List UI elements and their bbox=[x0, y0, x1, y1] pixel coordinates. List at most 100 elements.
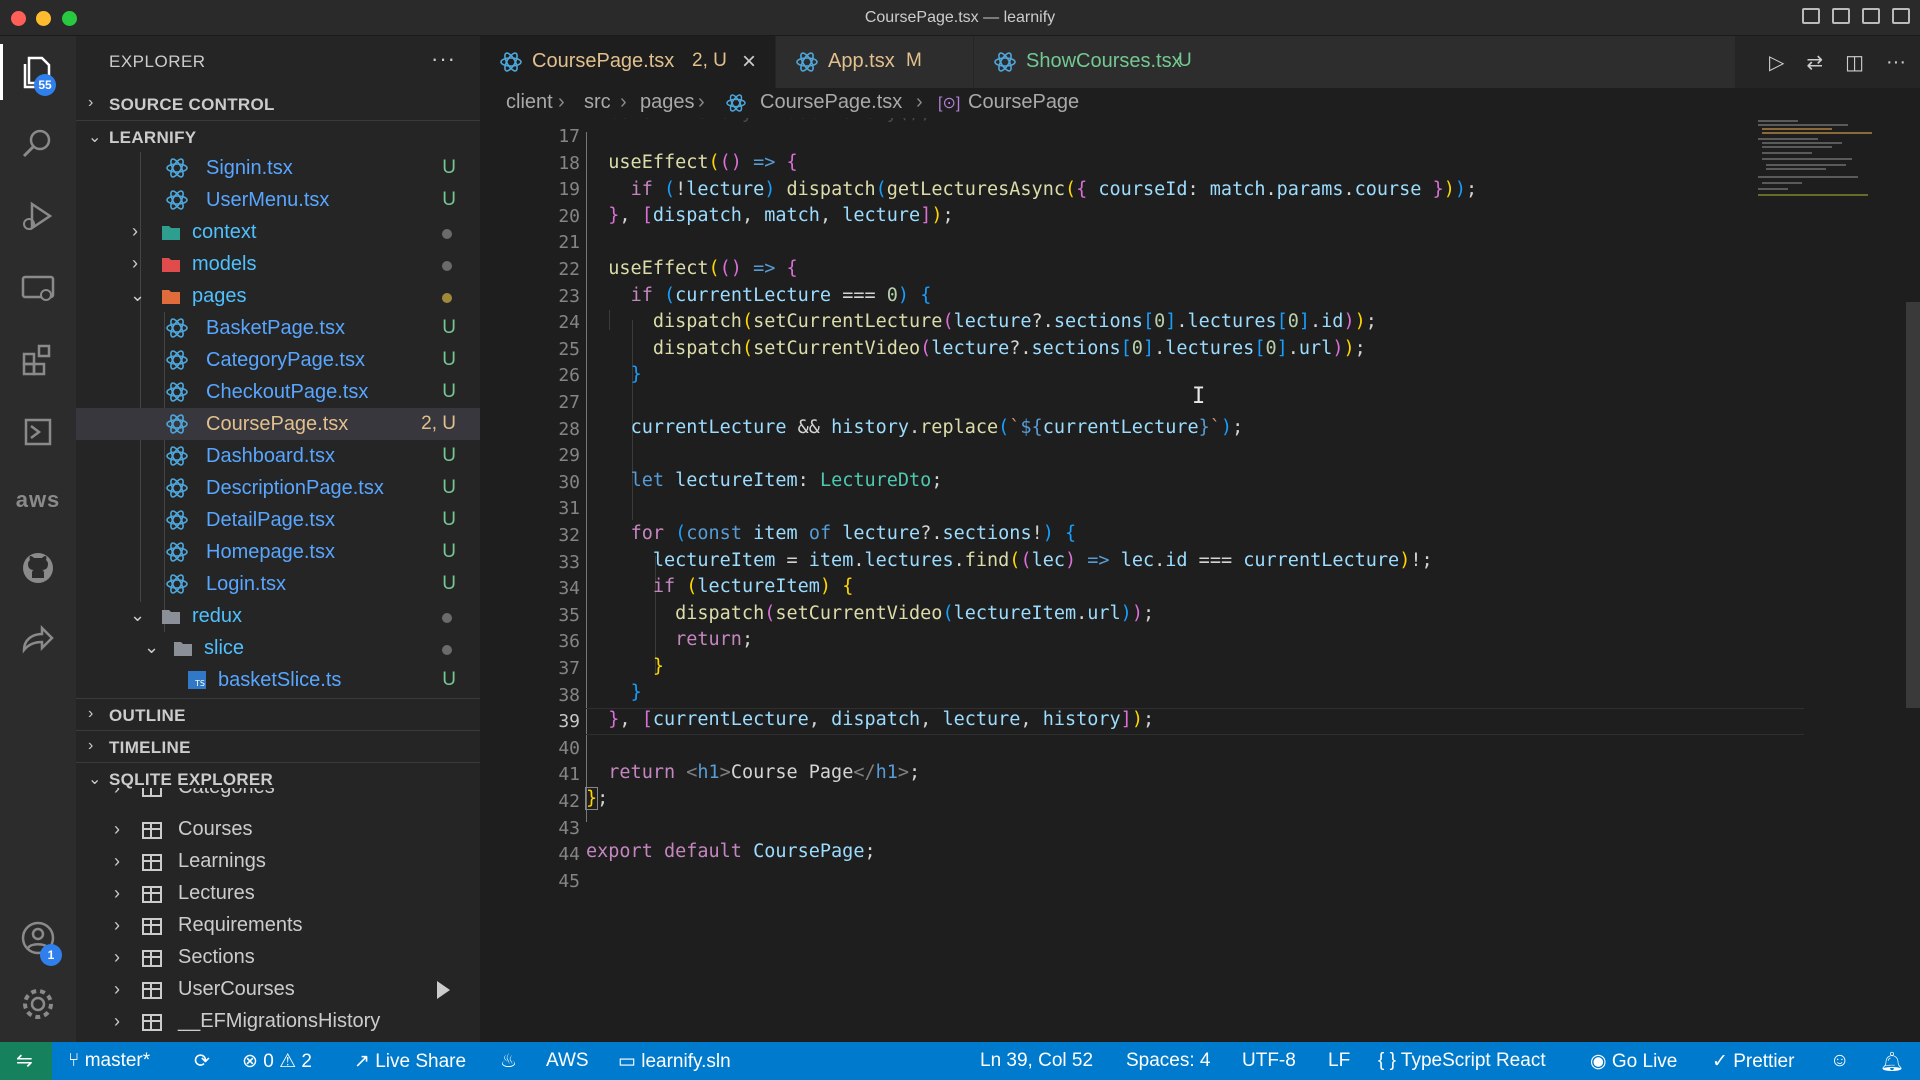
open-changes-icon[interactable]: ⇄ bbox=[1806, 50, 1823, 75]
more-actions-icon[interactable]: ··· bbox=[1886, 51, 1906, 74]
go-live-status[interactable]: ◉ Go Live bbox=[1590, 1050, 1677, 1073]
language-status[interactable]: { } TypeScript React bbox=[1378, 1050, 1546, 1072]
code-line: return; bbox=[675, 629, 754, 650]
file-row[interactable]: Login.tsx U bbox=[76, 568, 480, 600]
azure-activity[interactable] bbox=[0, 400, 76, 464]
code-editor[interactable]: 17 18 19 20 21 22 23 24 25 26 27 28 29 30 31 32 33 34 35 36… bbox=[480, 118, 1920, 1042]
remote-explorer-activity[interactable] bbox=[0, 256, 76, 320]
run-query-icon[interactable] bbox=[437, 981, 450, 999]
file-row[interactable]: Homepage.tsx U bbox=[76, 536, 480, 568]
react-icon bbox=[994, 52, 1016, 72]
file-row[interactable]: CheckoutPage.tsx U bbox=[76, 376, 480, 408]
folder-row-context[interactable]: › context bbox=[76, 216, 480, 248]
aws-activity[interactable]: aws bbox=[0, 468, 76, 532]
folder-row-pages[interactable]: ⌄ pages bbox=[76, 280, 480, 312]
sync-icon[interactable]: ⟳ bbox=[194, 1050, 210, 1073]
run-debug-activity[interactable] bbox=[0, 184, 76, 248]
folder-row-models[interactable]: › models bbox=[76, 248, 480, 280]
breadcrumb-item[interactable]: client bbox=[506, 91, 553, 114]
editor-actions: ▷ ⇄ ◫ ··· bbox=[1769, 50, 1906, 75]
code-line: dispatch(setCurrentVideo(lecture?.sectio… bbox=[652, 338, 1366, 359]
breadcrumb-item[interactable]: pages bbox=[640, 91, 695, 114]
file-row[interactable]: CategoryPage.tsx U bbox=[76, 344, 480, 376]
file-status: U bbox=[442, 573, 456, 594]
file-row[interactable]: TS basketSlice.ts U bbox=[76, 664, 480, 696]
table-row[interactable]: › Courses bbox=[76, 814, 480, 846]
file-label: UserMenu.tsx bbox=[206, 189, 330, 211]
close-tab-icon[interactable]: × bbox=[742, 48, 756, 76]
file-row-selected[interactable]: CoursePage.tsx 2, U bbox=[76, 408, 480, 440]
folder-row-redux[interactable]: ⌄ redux bbox=[76, 600, 480, 632]
prettier-status[interactable]: ✓ Prettier bbox=[1712, 1050, 1794, 1073]
branch-status[interactable]: ⑂ master* bbox=[68, 1050, 150, 1072]
breadcrumb-item[interactable]: CoursePage bbox=[968, 91, 1079, 114]
table-row[interactable]: › Sections bbox=[76, 942, 480, 974]
file-row[interactable]: BasketPage.tsx U bbox=[76, 312, 480, 344]
feedback-icon[interactable]: ☺ bbox=[1830, 1050, 1849, 1072]
table-label: Courses bbox=[178, 818, 253, 840]
file-status: U bbox=[442, 349, 456, 370]
outline-title: OUTLINE bbox=[109, 706, 186, 725]
file-row[interactable]: DescriptionPage.tsx U bbox=[76, 472, 480, 504]
table-row[interactable]: › __EFMigrationsHistory bbox=[76, 1006, 480, 1038]
tab-app[interactable]: App.tsx M bbox=[776, 36, 974, 88]
customize-layout-icon[interactable] bbox=[1892, 8, 1910, 24]
live-share-activity[interactable] bbox=[0, 608, 76, 672]
remote-indicator[interactable]: ⇋ bbox=[0, 1042, 52, 1080]
cursor-position[interactable]: Ln 39, Col 52 bbox=[980, 1050, 1093, 1072]
outline-section[interactable]: › OUTLINE bbox=[76, 698, 480, 730]
indentation-status[interactable]: Spaces: 4 bbox=[1126, 1050, 1211, 1072]
code-line: lectureItem = item.lectures.find((lec) =… bbox=[652, 550, 1433, 571]
flame-icon[interactable]: ♨ bbox=[500, 1050, 517, 1073]
folder-label: models bbox=[192, 253, 257, 275]
aws-icon: aws bbox=[15, 487, 61, 512]
run-icon[interactable]: ▷ bbox=[1769, 50, 1784, 75]
code-line: } bbox=[652, 656, 664, 677]
file-row[interactable]: Dashboard.tsx U bbox=[76, 440, 480, 472]
search-activity[interactable] bbox=[0, 112, 76, 176]
editor-scrollbar[interactable] bbox=[1906, 302, 1920, 708]
notifications-icon[interactable]: 🔔︎ bbox=[1880, 1050, 1904, 1074]
live-share-icon bbox=[22, 624, 54, 654]
github-activity[interactable] bbox=[0, 536, 76, 600]
table-row[interactable]: › UserCourses bbox=[76, 974, 480, 1006]
table-icon bbox=[142, 918, 162, 935]
breadcrumb-item[interactable]: src bbox=[584, 91, 611, 114]
file-row[interactable]: Signin.tsx U bbox=[76, 152, 480, 184]
folder-row-slice[interactable]: ⌄ slice bbox=[76, 632, 480, 664]
eol-status[interactable]: LF bbox=[1328, 1050, 1350, 1072]
table-row[interactable]: › Learnings bbox=[76, 846, 480, 878]
explorer-activity[interactable]: 55 bbox=[0, 40, 76, 104]
code-line: }, [currentLecture, dispatch, lecture, h… bbox=[608, 709, 1155, 730]
project-section[interactable]: ⌄ LEARNIFY bbox=[76, 120, 480, 152]
table-row[interactable]: › Lectures bbox=[76, 878, 480, 910]
problems-status[interactable]: ⊗ 0 ⚠ 2 bbox=[242, 1050, 312, 1073]
aws-status[interactable]: AWS bbox=[546, 1050, 589, 1072]
accounts-activity[interactable]: 1 bbox=[0, 906, 76, 970]
code-line: if (!lecture) dispatch(getLecturesAsync(… bbox=[630, 179, 1478, 200]
file-row[interactable]: DetailPage.tsx U bbox=[76, 504, 480, 536]
tab-showcourses[interactable]: ShowCourses.tsx U bbox=[974, 36, 1736, 88]
solution-status[interactable]: ▭ learnify.sln bbox=[618, 1050, 731, 1073]
file-row[interactable]: UserMenu.tsx U bbox=[76, 184, 480, 216]
split-editor-icon[interactable]: ◫ bbox=[1845, 50, 1864, 75]
source-control-section[interactable]: › SOURCE CONTROL bbox=[76, 88, 480, 120]
line-number: 33 bbox=[558, 551, 580, 573]
github-icon bbox=[23, 553, 53, 583]
manage-activity[interactable] bbox=[0, 972, 76, 1036]
live-share-status[interactable]: ↗ Live Share bbox=[354, 1050, 466, 1073]
encoding-status[interactable]: UTF-8 bbox=[1242, 1050, 1296, 1072]
toggle-panel-icon[interactable] bbox=[1832, 8, 1850, 24]
tab-coursepage[interactable]: CoursePage.tsx 2, U × bbox=[480, 36, 776, 88]
file-label: Signin.tsx bbox=[206, 157, 293, 179]
toggle-secondary-sidebar-icon[interactable] bbox=[1862, 8, 1880, 24]
table-row[interactable]: › Requirements bbox=[76, 910, 480, 942]
table-icon bbox=[142, 886, 162, 903]
breadcrumb-item[interactable]: CoursePage.tsx bbox=[760, 91, 902, 114]
timeline-section[interactable]: › TIMELINE bbox=[76, 730, 480, 762]
table-row[interactable]: › Categories bbox=[76, 788, 480, 808]
minimap[interactable] bbox=[1754, 118, 1904, 228]
toggle-primary-sidebar-icon[interactable] bbox=[1802, 8, 1820, 24]
explorer-more-icon[interactable]: ··· bbox=[431, 46, 456, 72]
extensions-activity[interactable] bbox=[0, 328, 76, 392]
